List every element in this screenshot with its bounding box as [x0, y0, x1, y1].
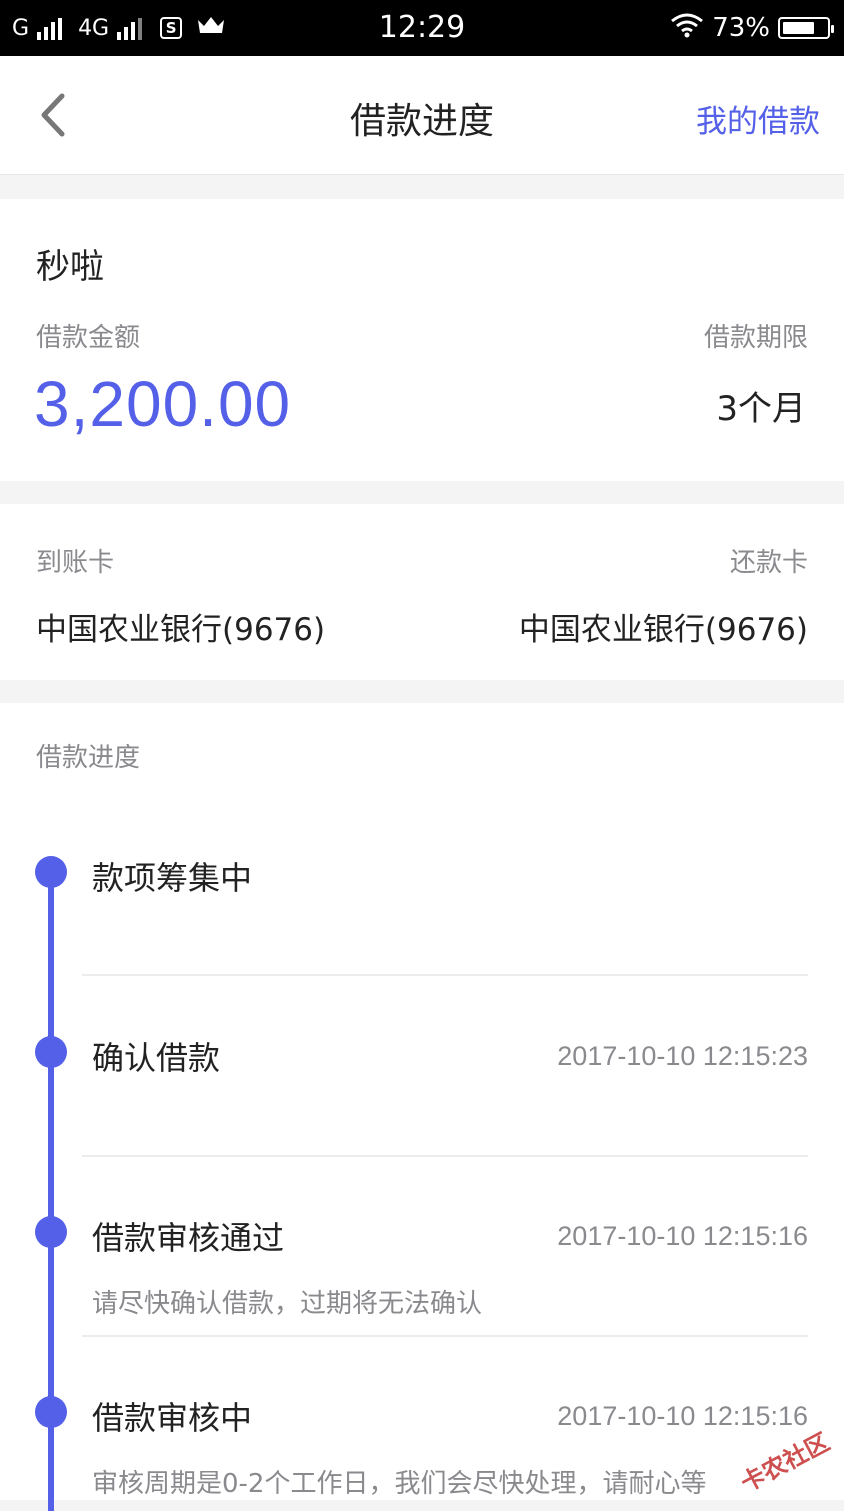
progress-section-label: 借款进度 [36, 743, 141, 773]
divider [82, 974, 808, 976]
timeline-dot [35, 1216, 67, 1248]
step-time: 2017-10-10 12:15:16 [557, 1401, 808, 1431]
battery-fill [783, 22, 814, 34]
divider [82, 1155, 808, 1157]
timeline-dot [35, 856, 67, 888]
step-desc: 审核周期是0-2个工作日，我们会尽快处理，请耐心等 [92, 1469, 707, 1499]
step-title: 借款审核中 [92, 1399, 253, 1437]
term-label: 借款期限 [703, 323, 808, 353]
step-title: 借款审核通过 [92, 1219, 285, 1257]
status-bar: G 4G S 12:29 73% [0, 0, 844, 56]
loan-summary-card: 秒啦 借款金额 借款期限 3,200.00 3个月 [0, 199, 844, 481]
step-title: 确认借款 [92, 1039, 221, 1077]
repay-bank: 中国农业银行(9676) [518, 612, 808, 648]
step-time: 2017-10-10 12:15:23 [557, 1041, 808, 1071]
battery-icon [778, 17, 834, 39]
divider [82, 1335, 808, 1337]
nav-bar: 借款进度 我的借款 [0, 56, 844, 175]
receive-bank: 中国农业银行(9676) [36, 612, 326, 648]
step-time: 2017-10-10 12:15:16 [557, 1221, 808, 1251]
step-title: 款项筹集中 [92, 859, 253, 897]
loan-term: 3个月 [716, 389, 806, 429]
status-right: 73% [670, 12, 834, 45]
timeline-dot [35, 1036, 67, 1068]
my-loans-link[interactable]: 我的借款 [696, 96, 820, 141]
timeline-dot [35, 1396, 67, 1428]
loan-amount: 3,200.00 [34, 368, 292, 440]
step-desc: 请尽快确认借款，过期将无法确认 [92, 1289, 483, 1319]
battery-percent: 73% [712, 13, 770, 43]
receive-card-label: 到账卡 [36, 548, 115, 578]
repay-card-label: 还款卡 [729, 548, 808, 578]
product-name: 秒啦 [36, 247, 104, 287]
bank-cards-card: 到账卡 还款卡 中国农业银行(9676) 中国农业银行(9676) [0, 504, 844, 680]
progress-card: 借款进度 款项筹集中 确认借款 2017-10-10 12:15:23 借款审核… [0, 703, 844, 1511]
amount-label: 借款金额 [36, 323, 141, 353]
wifi-icon [670, 12, 704, 45]
